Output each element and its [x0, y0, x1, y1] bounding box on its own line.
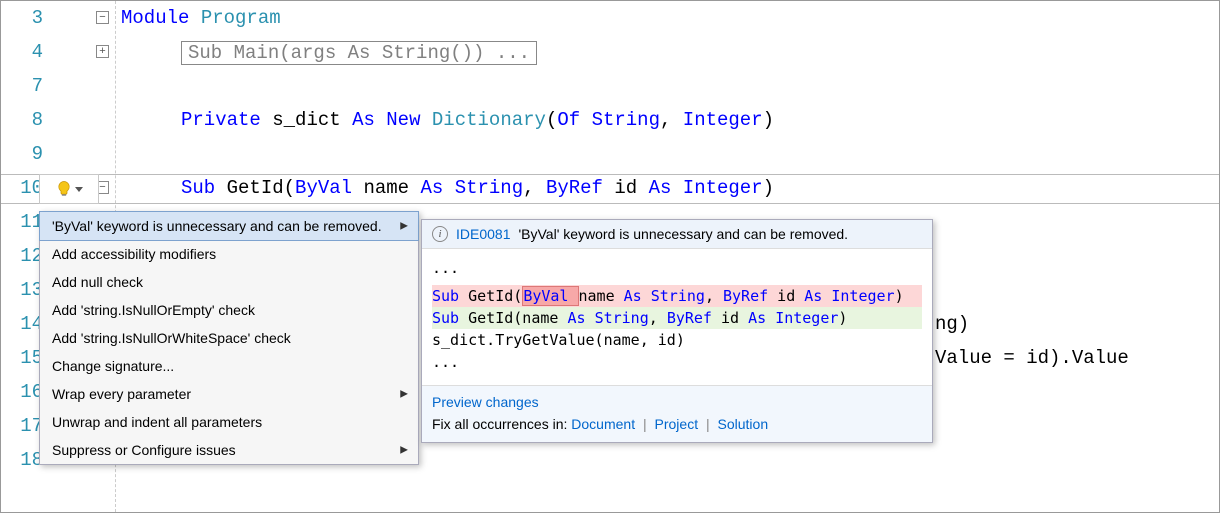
- quick-action-unwrap-parameters[interactable]: Unwrap and indent all parameters: [40, 408, 418, 436]
- diff-context-line: s_dict.TryGetValue(name, id): [432, 329, 922, 351]
- quick-action-isnullorempty[interactable]: Add 'string.IsNullOrEmpty' check: [40, 296, 418, 324]
- fix-in-document-link[interactable]: Document: [571, 416, 635, 432]
- quick-action-isnullorwhitespace[interactable]: Add 'string.IsNullOrWhiteSpace' check: [40, 324, 418, 352]
- fold-toggle-minus-icon[interactable]: −: [96, 11, 109, 24]
- line-number: 13: [3, 279, 43, 301]
- line-number: 11: [3, 211, 43, 233]
- info-icon: i: [432, 226, 448, 242]
- fix-all-label: Fix all occurrences in:: [432, 416, 567, 432]
- fix-in-project-link[interactable]: Project: [655, 416, 699, 432]
- chevron-down-icon: [75, 187, 83, 192]
- diagnostic-id-link[interactable]: IDE0081: [456, 226, 510, 242]
- diagnostic-message: 'ByVal' keyword is unnecessary and can b…: [518, 226, 848, 242]
- preview-changes-link[interactable]: Preview changes: [432, 394, 539, 410]
- quick-action-suppress-configure[interactable]: Suppress or Configure issues▶: [40, 436, 418, 464]
- code-line-fragment: Value = id).Value: [935, 347, 1129, 369]
- quick-action-add-accessibility[interactable]: Add accessibility modifiers: [40, 240, 418, 268]
- code-line-fragment: ng): [935, 313, 969, 335]
- diff-removed-token: ByVal: [522, 286, 578, 306]
- quick-action-wrap-parameters[interactable]: Wrap every parameter▶: [40, 380, 418, 408]
- preview-footer: Preview changes Fix all occurrences in: …: [422, 385, 932, 442]
- quick-actions-menu: 'ByVal' keyword is unnecessary and can b…: [39, 211, 419, 465]
- diff-preview: ... Sub GetId(ByVal name As String, ByRe…: [422, 249, 932, 385]
- line-number: 15: [3, 347, 43, 369]
- lightbulb-icon: [55, 180, 73, 198]
- quick-action-remove-byval[interactable]: 'ByVal' keyword is unnecessary and can b…: [39, 211, 419, 241]
- collapsed-region[interactable]: Sub Main(args As String()) ...: [181, 41, 537, 65]
- diff-removed-line: Sub GetId(ByVal name As String, ByRef id…: [432, 285, 922, 307]
- submenu-arrow-icon: ▶: [400, 221, 408, 232]
- quick-action-change-signature[interactable]: Change signature...: [40, 352, 418, 380]
- lightbulb-quick-actions-trigger[interactable]: [39, 174, 99, 204]
- diff-added-line: Sub GetId(name As String, ByRef id As In…: [432, 307, 922, 329]
- fix-in-solution-link[interactable]: Solution: [718, 416, 769, 432]
- code-line: Private s_dict As New Dictionary(Of Stri…: [181, 109, 774, 131]
- line-number: 12: [3, 245, 43, 267]
- line-number: 7: [3, 75, 43, 97]
- line-number: 18: [3, 449, 43, 471]
- line-number: 16: [3, 381, 43, 403]
- diagnostic-header: i IDE0081 'ByVal' keyword is unnecessary…: [422, 220, 932, 249]
- fold-toggle-plus-icon[interactable]: +: [96, 45, 109, 58]
- code-line: Module Program: [121, 7, 281, 29]
- line-number: 17: [3, 415, 43, 437]
- fix-preview-panel: i IDE0081 'ByVal' keyword is unnecessary…: [421, 219, 933, 443]
- submenu-arrow-icon: ▶: [400, 389, 408, 400]
- code-line: Sub GetId(ByVal name As String, ByRef id…: [181, 177, 774, 199]
- quick-action-add-null-check[interactable]: Add null check: [40, 268, 418, 296]
- line-number: 8: [3, 109, 43, 131]
- line-number: 4: [3, 41, 43, 63]
- line-number: 9: [3, 143, 43, 165]
- line-number: 14: [3, 313, 43, 335]
- submenu-arrow-icon: ▶: [400, 445, 408, 456]
- line-number: 3: [3, 7, 43, 29]
